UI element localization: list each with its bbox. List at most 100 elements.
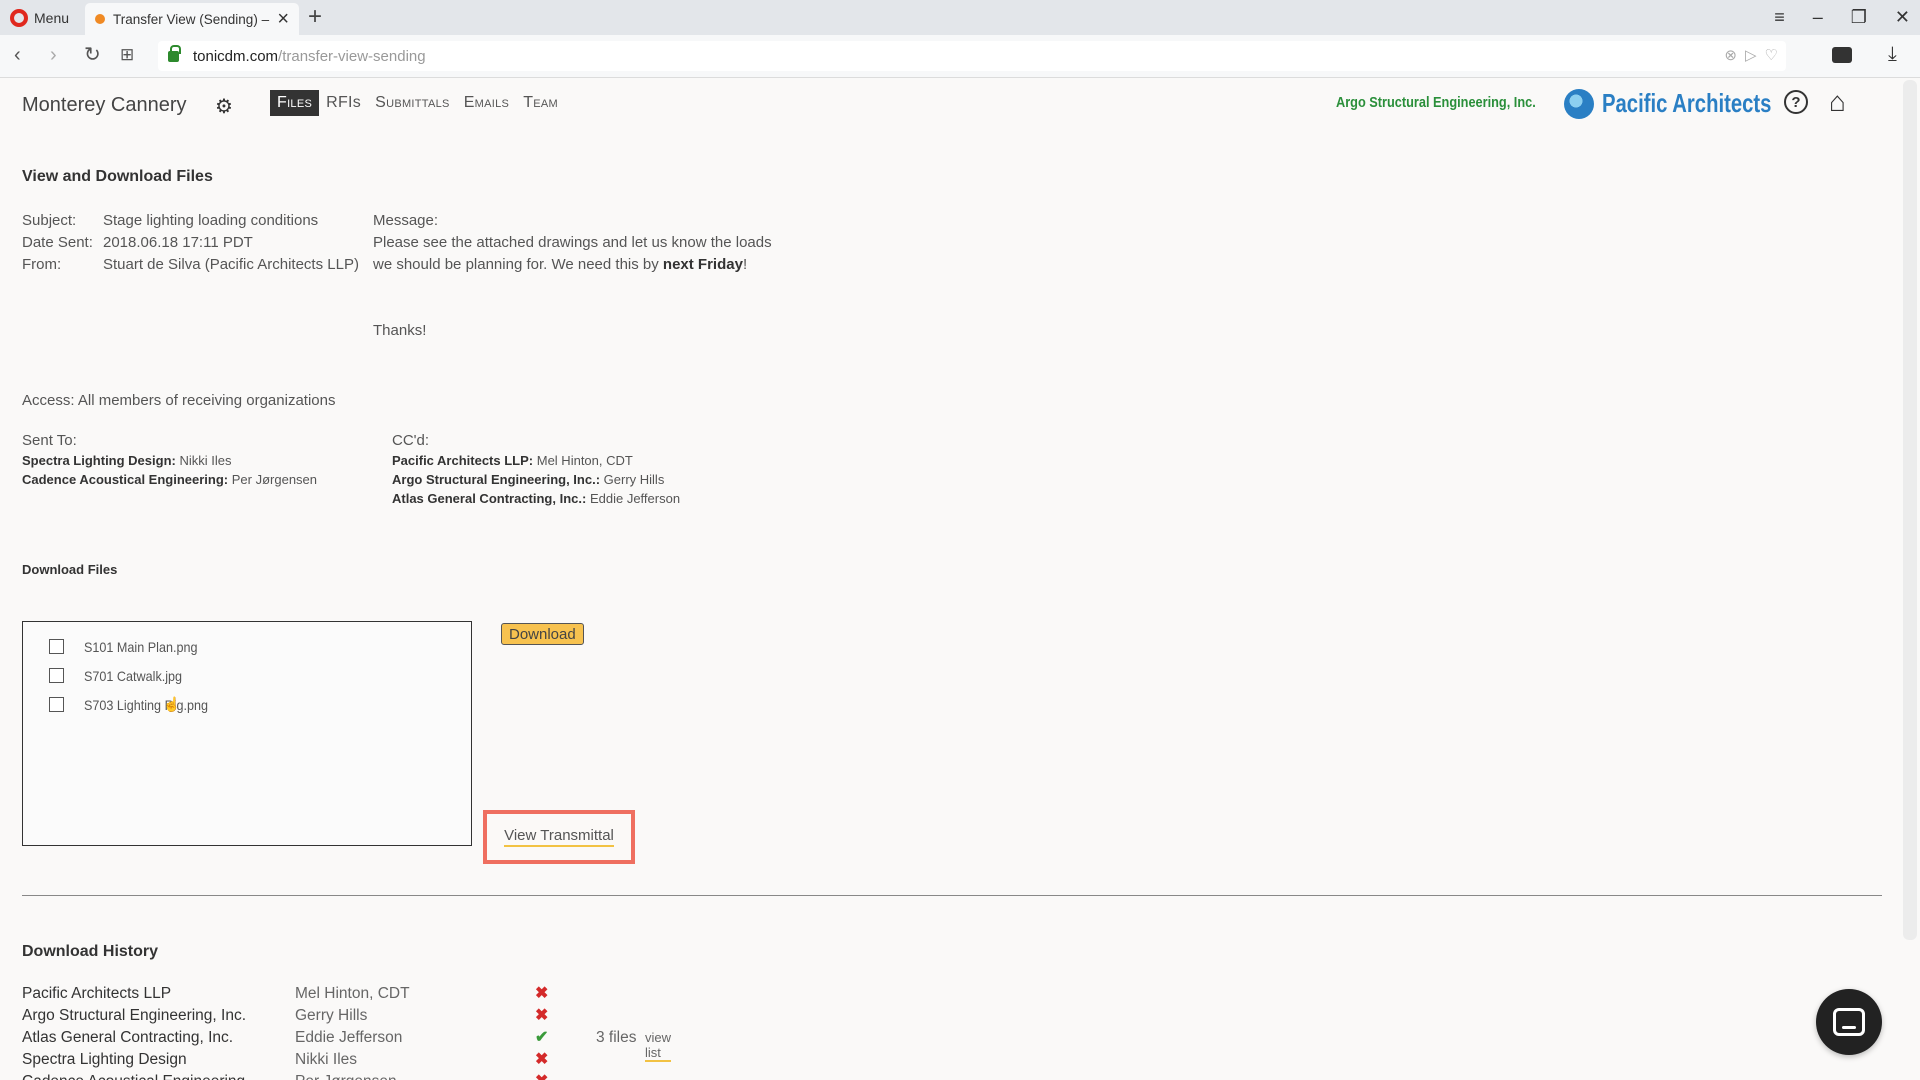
opera-logo-icon (10, 8, 28, 27)
gear-icon[interactable]: ⚙ (215, 94, 233, 119)
downloaded-check-icon: ✔ (535, 1029, 549, 1046)
help-icon[interactable]: ? (1784, 90, 1808, 114)
file-checkbox[interactable] (49, 668, 64, 683)
cc-row: Argo Structural Engineering, Inc.: Gerry… (392, 472, 665, 487)
view-transmittal-link[interactable]: View Transmittal (504, 827, 614, 847)
back-icon[interactable]: ‹ (14, 43, 21, 67)
org-logo-pacific: Pacific Architects (1564, 88, 1819, 119)
history-file-count: 3 files (596, 1029, 637, 1046)
home-icon[interactable]: ⌂ (1829, 86, 1846, 118)
browser-address-bar: ‹ › ↻ ⊞ tonicdm.com /transfer-view-sendi… (0, 35, 1920, 78)
download-files-title: Download Files (22, 562, 118, 577)
history-person: Eddie Jefferson (295, 1029, 403, 1046)
tab-title: Transfer View (Sending) – (113, 11, 270, 27)
browser-menu-button[interactable]: Menu (0, 0, 82, 35)
nav-rfis[interactable]: RFIs (319, 90, 368, 116)
url-host: tonicdm.com (193, 47, 279, 65)
forward-icon[interactable]: › (50, 43, 57, 67)
nav-files[interactable]: Files (270, 90, 320, 116)
restore-icon[interactable]: ❐ (1851, 7, 1867, 28)
minimize-icon[interactable]: – (1813, 7, 1823, 28)
clear-url-icon[interactable]: ⊗ (1724, 46, 1737, 64)
history-person: Gerry Hills (295, 1007, 368, 1024)
downloads-icon[interactable]: ⤓ (1888, 43, 1897, 66)
history-person: Per Jørgensen (295, 1071, 397, 1080)
cc-list: CC'd: Pacific Architects LLP: Mel Hinton… (392, 431, 680, 508)
not-downloaded-icon: ✖ (535, 1071, 548, 1080)
transfer-meta: Subject: Stage lighting loading condition… (22, 210, 359, 276)
cc-row: Atlas General Contracting, Inc.: Eddie J… (392, 491, 681, 506)
send-icon[interactable]: ▷ (1745, 46, 1757, 64)
subject-label: Subject: (22, 212, 77, 229)
mouse-cursor-icon: ☝ (163, 696, 181, 712)
recipient-row: Spectra Lighting Design: Nikki Iles (22, 453, 232, 468)
message-line-2: we should be planning for. We need this … (373, 256, 748, 273)
cc-row: Pacific Architects LLP: Mel Hinton, CDT (392, 453, 633, 468)
file-name: S101 Main Plan.png (84, 638, 198, 655)
history-person: Mel Hinton, CDT (295, 985, 410, 1002)
org-name-pacific: Pacific Architects (1602, 88, 1772, 118)
sent-to-list: Sent To: Spectra Lighting Design: Nikki … (22, 431, 317, 489)
from-label: From: (22, 256, 62, 273)
page-title: View and Download Files (22, 168, 213, 185)
chat-launcher-button[interactable] (1816, 989, 1882, 1055)
not-downloaded-icon: ✖ (535, 985, 549, 1002)
file-checkbox[interactable] (49, 697, 64, 712)
history-org: Cadence Acoustical Engineering (22, 1071, 245, 1080)
url-field[interactable]: tonicdm.com /transfer-view-sending ⊗ ▷ ♡ (158, 41, 1786, 71)
view-list-link[interactable]: view list (645, 1030, 672, 1062)
date-label: Date Sent: (22, 234, 93, 251)
file-list[interactable]: S101 Main Plan.png S701 Catwalk.jpg S703… (22, 621, 472, 846)
history-org: Pacific Architects LLP (22, 985, 172, 1002)
window-controls: ≡ – ❐ ✕ (1774, 0, 1910, 35)
recipient-row: Cadence Acoustical Engineering: Per Jørg… (22, 472, 318, 487)
access-line: Access: All members of receiving organiz… (22, 392, 335, 409)
from-value: Stuart de Silva (Pacific Architects LLP) (103, 256, 359, 273)
file-checkbox[interactable] (49, 639, 64, 654)
subject-value: Stage lighting loading conditions (103, 212, 319, 229)
message-line-1: Please see the attached drawings and let… (373, 234, 772, 251)
history-org: Argo Structural Engineering, Inc. (22, 1007, 247, 1024)
reload-icon[interactable]: ↻ (84, 43, 101, 67)
message-emphasis: next Friday (662, 256, 743, 273)
history-person: Nikki Iles (295, 1051, 358, 1068)
file-name: S703 Lighting Rig.png (84, 696, 209, 713)
window-close-icon[interactable]: ✕ (1895, 7, 1910, 28)
file-item[interactable]: S703 Lighting Rig.png (49, 690, 471, 719)
page-scrollbar[interactable] (1903, 80, 1917, 940)
download-history-title: Download History (22, 943, 159, 960)
nav-emails[interactable]: Emails (457, 90, 516, 116)
main-nav: Files RFIs Submittals Emails Team (270, 90, 565, 116)
history-org: Atlas General Contracting, Inc. (22, 1029, 234, 1046)
browser-menu-label: Menu (34, 9, 70, 26)
extension-icon[interactable] (1832, 47, 1852, 63)
file-item[interactable]: S701 Catwalk.jpg (49, 661, 471, 690)
new-tab-button[interactable]: + (308, 3, 322, 31)
message-thanks: Thanks! (373, 322, 427, 339)
app-header: Monterey Cannery ⚙ Files RFIs Submittals… (0, 80, 1890, 130)
tab-menu-icon[interactable]: ≡ (1774, 7, 1785, 28)
url-path: /transfer-view-sending (278, 47, 426, 65)
pacific-architects-logo-icon (1564, 88, 1594, 119)
file-item[interactable]: S101 Main Plan.png (49, 632, 471, 661)
not-downloaded-icon: ✖ (535, 1051, 549, 1068)
browser-tab-bar: Menu Transfer View (Sending) – × + ≡ – ❐… (0, 0, 1920, 35)
speed-dial-icon[interactable]: ⊞ (120, 43, 134, 67)
org-logo-argo: Argo Structural Engineering, Inc. (1336, 94, 1536, 111)
file-name: S701 Catwalk.jpg (84, 667, 183, 684)
tab-close-icon[interactable]: × (277, 9, 289, 29)
sent-to-label: Sent To: (22, 432, 77, 449)
download-button[interactable]: Download (501, 623, 584, 645)
project-name[interactable]: Monterey Cannery (22, 94, 187, 117)
access-label: Access: (22, 392, 75, 409)
nav-team[interactable]: Team (516, 90, 565, 116)
message-block: Message: Please see the attached drawing… (373, 210, 772, 342)
view-transmittal-highlight: View Transmittal (483, 810, 635, 864)
history-org: Spectra Lighting Design (22, 1051, 187, 1068)
browser-tab-active[interactable]: Transfer View (Sending) – × (85, 3, 299, 35)
not-downloaded-icon: ✖ (535, 1007, 549, 1024)
nav-submittals[interactable]: Submittals (368, 90, 457, 116)
bookmark-heart-icon[interactable]: ♡ (1765, 46, 1778, 64)
chat-icon (1833, 1008, 1865, 1036)
cc-label: CC'd: (392, 432, 430, 449)
